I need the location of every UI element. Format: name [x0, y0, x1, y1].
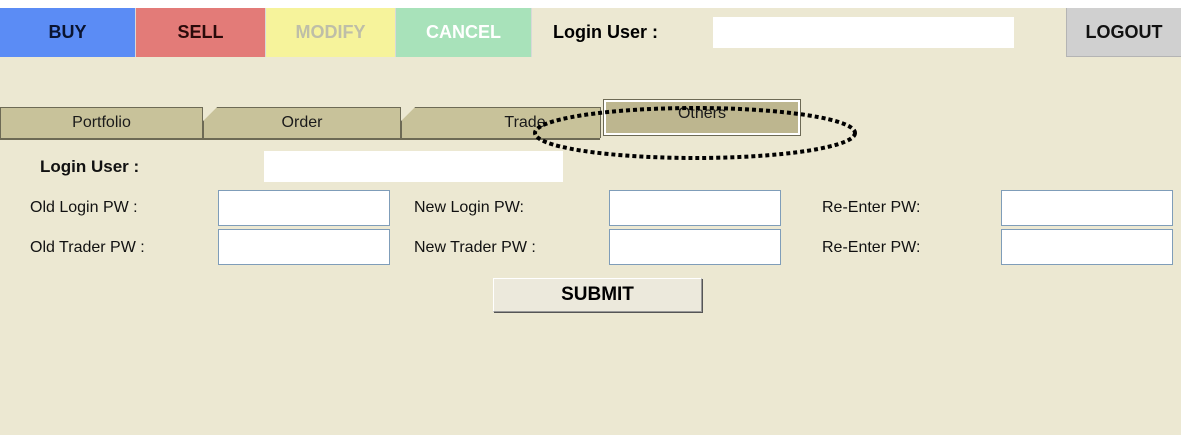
- old-login-pw-input[interactable]: [218, 190, 390, 226]
- reenter-trader-pw-input[interactable]: [1001, 229, 1173, 265]
- tab-trade-label: Trade: [504, 114, 546, 131]
- tab-corner-decoration: [401, 107, 415, 123]
- tab-portfolio-label: Portfolio: [72, 114, 131, 131]
- tab-trade[interactable]: Trade: [401, 107, 601, 138]
- new-login-pw-label: New Login PW:: [414, 199, 524, 216]
- new-login-pw-input[interactable]: [609, 190, 781, 226]
- buy-button[interactable]: BUY: [0, 8, 136, 57]
- reenter-trader-pw-label: Re-Enter PW:: [822, 239, 921, 256]
- tab-strip-border: [0, 138, 600, 140]
- tab-portfolio[interactable]: Portfolio: [0, 107, 203, 138]
- reenter-login-pw-label: Re-Enter PW:: [822, 199, 921, 216]
- tab-others-label: Others: [677, 105, 726, 122]
- login-user-label: Login User :: [553, 22, 659, 42]
- modify-button[interactable]: MODIFY: [266, 8, 396, 57]
- form-login-user-display: [264, 151, 563, 182]
- reenter-login-pw-input[interactable]: [1001, 190, 1173, 226]
- old-login-pw-label: Old Login PW :: [30, 199, 138, 216]
- old-trader-pw-input[interactable]: [218, 229, 390, 265]
- tab-corner-decoration: [203, 107, 217, 123]
- tab-order[interactable]: Order: [203, 107, 401, 138]
- tab-others[interactable]: Others: [603, 99, 801, 136]
- new-trader-pw-input[interactable]: [609, 229, 781, 265]
- form-login-user-label: Login User :: [40, 157, 140, 176]
- login-user-display: [713, 17, 1014, 48]
- new-trader-pw-label: New Trader PW :: [414, 239, 536, 256]
- trading-panel: BUY SELL MODIFY CANCEL Login User : LOGO…: [0, 8, 1181, 435]
- tab-order-label: Order: [281, 114, 323, 131]
- old-trader-pw-label: Old Trader PW :: [30, 239, 145, 256]
- cancel-button[interactable]: CANCEL: [396, 8, 532, 57]
- logout-button[interactable]: LOGOUT: [1066, 8, 1181, 57]
- sell-button[interactable]: SELL: [136, 8, 266, 57]
- submit-button[interactable]: SUBMIT: [493, 278, 702, 312]
